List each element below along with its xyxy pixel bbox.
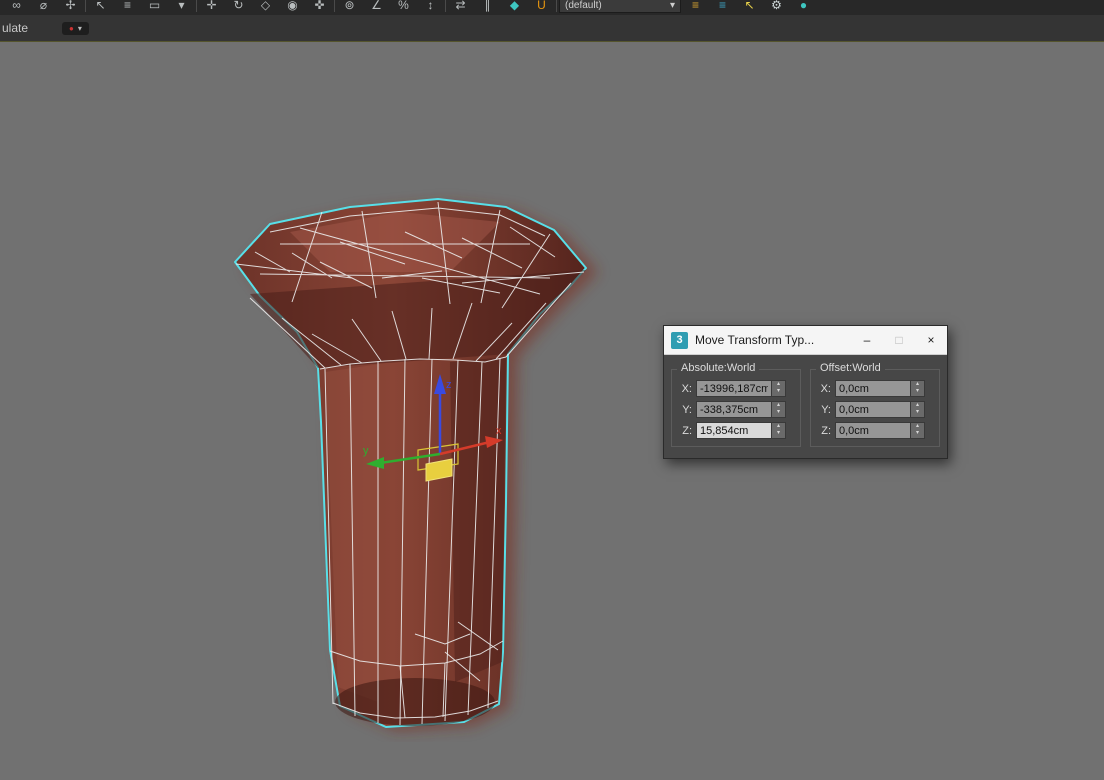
toolbar-icon-utilities-icon[interactable]: U	[529, 0, 554, 15]
close-button[interactable]: ×	[915, 326, 947, 355]
mesh-object[interactable]: z y x	[200, 182, 640, 742]
toolbar-icon-select-object-icon[interactable]: ↖	[88, 0, 113, 15]
toolbar-separator	[556, 0, 557, 12]
absolute-z-spinner[interactable]: ▴▾	[772, 422, 786, 439]
record-dot-icon: ●	[69, 24, 74, 33]
toolbar-icon-select-and-link-icon[interactable]: ∞	[4, 0, 29, 15]
offset-y-spinner[interactable]: ▴▾	[911, 401, 925, 418]
toolbar-icon-use-pivot-point-center-icon[interactable]: ◉	[280, 0, 305, 15]
toolbar-icon-isolate-selection-icon[interactable]: ◆	[502, 0, 527, 15]
toolbar-icon-layer-manager-icon[interactable]: ≡	[683, 0, 708, 15]
spinner-down-icon[interactable]: ▾	[911, 388, 924, 395]
screen: ∞ ⌀ ✢ ↖ ≡ ▭ ▾ ✛ ↻ ◇ ◉ ✜ ⊚ ∠ % ↕ ⇄ ∥ ◆ U …	[0, 0, 1104, 780]
absolute-z-row: Z: ▴▾	[676, 422, 794, 439]
axis-y-label: y	[363, 445, 369, 457]
viewport[interactable]: z y x 3 Move Transform Typ... – □ × Abso…	[0, 42, 1104, 780]
toolbar-icon-scene-explorer-icon[interactable]: ≡	[710, 0, 735, 15]
truncated-tab-label[interactable]: ulate	[2, 21, 28, 35]
minimize-button[interactable]: –	[851, 326, 883, 355]
spinner-up-icon[interactable]: ▴	[911, 381, 924, 388]
toolbar-separator	[196, 0, 197, 12]
dialog-titlebar[interactable]: 3 Move Transform Typ... – □ ×	[664, 326, 947, 355]
dialog-body: Absolute:World X: ▴▾ Y: ▴▾ Z: ▴▾	[664, 355, 947, 458]
named-selection-combobox[interactable]: (default) ▾	[559, 0, 681, 13]
offset-x-input[interactable]	[835, 380, 911, 397]
toolbar-overflow-badge[interactable]: ● ▾	[62, 22, 89, 35]
toolbar-icon-bind-to-space-warp-icon[interactable]: ✢	[58, 0, 83, 15]
toolbar-icon-select-and-manipulate-icon[interactable]: ✜	[307, 0, 332, 15]
absolute-y-spinner[interactable]: ▴▾	[772, 401, 786, 418]
dialog-title: Move Transform Typ...	[695, 333, 851, 347]
toolbar-icon-percent-snap-icon[interactable]: %	[391, 0, 416, 15]
offset-z-row: Z: ▴▾	[815, 422, 933, 439]
axis-x-label: x	[496, 425, 502, 437]
toolbar-icon-rectangular-selection-region-icon[interactable]: ▭	[142, 0, 167, 15]
axis-label-x: X:	[676, 383, 692, 395]
maximize-button[interactable]: □	[883, 326, 915, 355]
toolbar-icon-select-by-name-icon[interactable]: ≡	[115, 0, 140, 15]
absolute-x-row: X: ▴▾	[676, 380, 794, 397]
spinner-down-icon[interactable]: ▾	[911, 430, 924, 437]
shaft-shadow-right	[450, 357, 506, 682]
spinner-up-icon[interactable]: ▴	[911, 402, 924, 409]
combobox-value: (default)	[565, 0, 602, 12]
chevron-down-icon: ▾	[670, 0, 675, 12]
absolute-x-input[interactable]	[696, 380, 772, 397]
toolbar-icon-angle-snap-icon[interactable]: ∠	[364, 0, 389, 15]
axis-label-x: X:	[815, 383, 831, 395]
main-toolbar: ∞ ⌀ ✢ ↖ ≡ ▭ ▾ ✛ ↻ ◇ ◉ ✜ ⊚ ∠ % ↕ ⇄ ∥ ◆ U …	[0, 0, 1104, 15]
toolbar-icon-select-and-rotate-icon[interactable]: ↻	[226, 0, 251, 15]
offset-z-input[interactable]	[835, 422, 911, 439]
toolbar-separator	[445, 0, 446, 12]
toolbar-icon-select-and-scale-icon[interactable]: ◇	[253, 0, 278, 15]
spinner-down-icon[interactable]: ▾	[772, 388, 785, 395]
bottom-shadow	[335, 678, 495, 726]
spinner-up-icon[interactable]: ▴	[911, 423, 924, 430]
offset-world-label: Offset:World	[816, 362, 885, 374]
secondary-bar: ulate ● ▾	[0, 15, 1104, 42]
offset-z-spinner[interactable]: ▴▾	[911, 422, 925, 439]
axis-z-label: z	[446, 379, 452, 391]
toolbar-icon-unlink-selection-icon[interactable]: ⌀	[31, 0, 56, 15]
spinner-down-icon[interactable]: ▾	[772, 430, 785, 437]
spinner-up-icon[interactable]: ▴	[772, 402, 785, 409]
toolbar-icon-render-setup-icon[interactable]: ⚙	[764, 0, 789, 15]
axis-label-y: Y:	[815, 404, 831, 416]
toolbar-icon-select-and-move-icon[interactable]: ✛	[199, 0, 224, 15]
absolute-y-row: Y: ▴▾	[676, 401, 794, 418]
toolbar-icon-render-production-icon[interactable]: ●	[791, 0, 816, 15]
absolute-world-label: Absolute:World	[677, 362, 759, 374]
absolute-z-input[interactable]	[696, 422, 772, 439]
toolbar-icon-align-icon[interactable]: ∥	[475, 0, 500, 15]
chevron-down-icon: ▾	[78, 24, 82, 33]
absolute-world-group: Absolute:World X: ▴▾ Y: ▴▾ Z: ▴▾	[671, 369, 801, 447]
offset-y-row: Y: ▴▾	[815, 401, 933, 418]
absolute-y-input[interactable]	[696, 401, 772, 418]
toolbar-separator	[85, 0, 86, 12]
offset-world-group: Offset:World X: ▴▾ Y: ▴▾ Z: ▴▾	[810, 369, 940, 447]
spinner-down-icon[interactable]: ▾	[772, 409, 785, 416]
axis-label-z: Z:	[676, 425, 692, 437]
spinner-down-icon[interactable]: ▾	[911, 409, 924, 416]
move-transform-dialog: 3 Move Transform Typ... – □ × Absolute:W…	[663, 325, 948, 459]
absolute-x-spinner[interactable]: ▴▾	[772, 380, 786, 397]
axis-label-y: Y:	[676, 404, 692, 416]
toolbar-icon-select-highlight-icon[interactable]: ↖	[737, 0, 762, 15]
toolbar-icon-spinner-snap-icon[interactable]: ↕	[418, 0, 443, 15]
axis-label-z: Z:	[815, 425, 831, 437]
toolbar-icon-mirror-icon[interactable]: ⇄	[448, 0, 473, 15]
toolbar-icon-selection-filter-icon[interactable]: ▾	[169, 0, 194, 15]
spinner-up-icon[interactable]: ▴	[772, 381, 785, 388]
spinner-up-icon[interactable]: ▴	[772, 423, 785, 430]
offset-x-spinner[interactable]: ▴▾	[911, 380, 925, 397]
offset-y-input[interactable]	[835, 401, 911, 418]
offset-x-row: X: ▴▾	[815, 380, 933, 397]
app-logo-icon: 3	[671, 332, 688, 349]
toolbar-icon-snaps-toggle-icon[interactable]: ⊚	[337, 0, 362, 15]
toolbar-separator	[334, 0, 335, 12]
